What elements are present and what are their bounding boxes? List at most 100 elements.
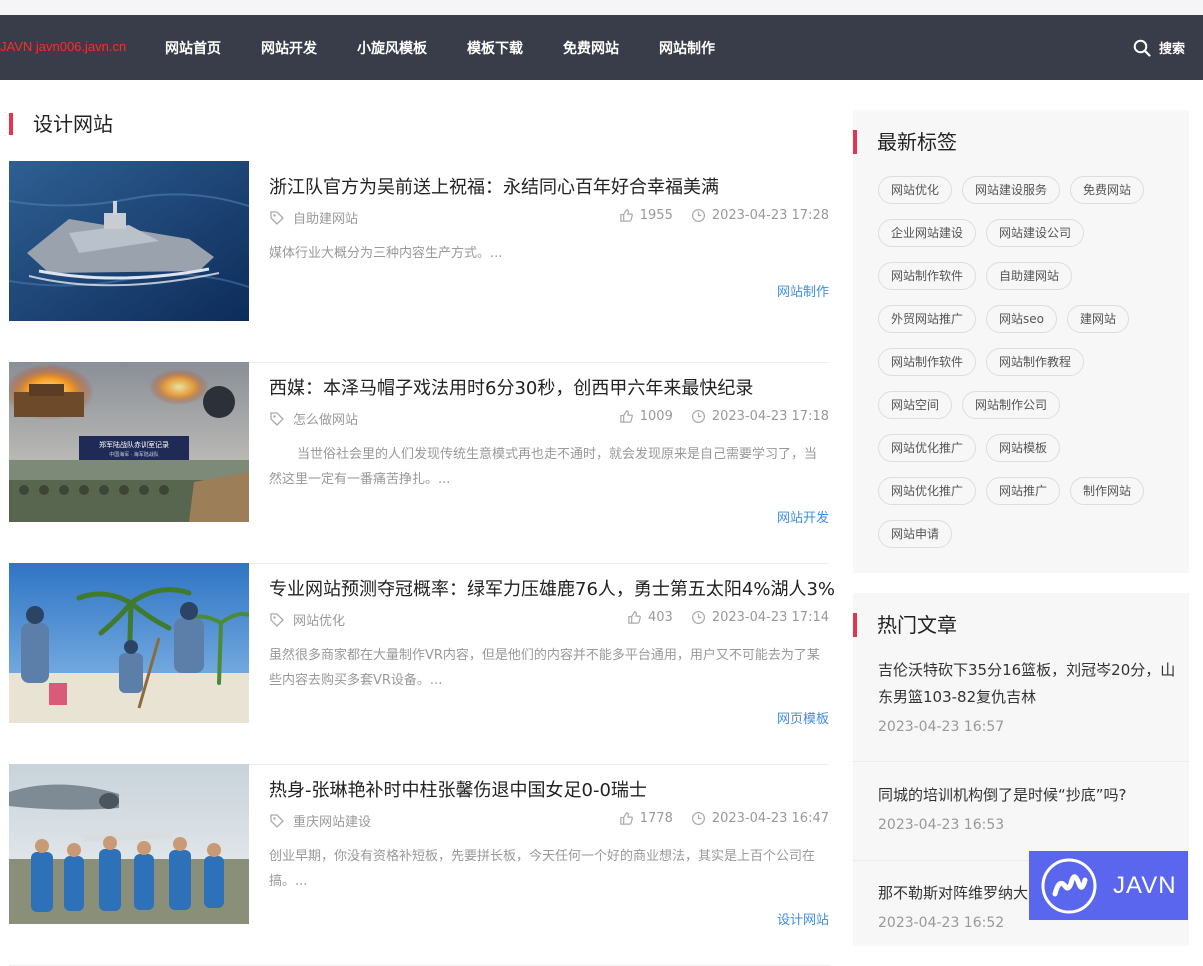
tag-icon (270, 813, 284, 828)
article-likes: 1778 (619, 811, 673, 826)
tag-icon (270, 210, 284, 225)
clock-icon (691, 610, 705, 625)
thumbs-up-icon (620, 209, 633, 222)
article-title[interactable]: 浙江队官方为吴前送上祝福：永结同心百年好合幸福美满 (269, 173, 719, 199)
top-navbar: JAVN javn006.javn.cn 网站首页 网站开发 小旋风模板 模板下… (0, 15, 1203, 80)
nav-web-dev[interactable]: 网站开发 (261, 38, 317, 58)
article-thumbnail-airmen[interactable] (9, 764, 249, 924)
hot-article-title[interactable]: 吉伦沃特砍下35分16篮板，刘冠岑20分，山东男篮103-82复仇吉林 (878, 657, 1178, 711)
article-category-link[interactable]: 网页模板 (777, 708, 829, 727)
article-excerpt: 创业早期，你没有资格补短板，先要拼长板，今天任何一个好的商业想法，其实是上百个公… (269, 849, 816, 889)
article-likes: 1009 (619, 409, 673, 424)
article-meta: 1778 2023-04-23 16:47 (619, 811, 829, 826)
nav-xxf-templates[interactable]: 小旋风模板 (357, 38, 427, 58)
article-tag[interactable]: 网站优化 (269, 610, 345, 629)
tag-icon (270, 612, 284, 627)
latest-tags-box: 最新标签 网站优化 网站建设服务 免费网站企业网站建设 网站建设公司网站制作软件 自助建… (853, 110, 1189, 573)
article-likes-count: 1778 (639, 811, 673, 826)
tag-chip[interactable]: 网站制作教程 (986, 348, 1085, 376)
tag-chip[interactable]: 自助建网站 (986, 262, 1073, 290)
tag-chip[interactable]: 企业网站建设 (878, 219, 977, 247)
tag-chip[interactable]: 网站空间 (878, 391, 953, 419)
tag-chip[interactable]: 外贸网站推广 (878, 305, 977, 333)
nav-template-download[interactable]: 模板下载 (467, 38, 523, 58)
thumbs-up-icon (628, 611, 641, 624)
site-logo[interactable]: JAVN javn006.javn.cn (0, 39, 126, 54)
image-caption: 郑军陆战队赤训室记录 (99, 440, 169, 449)
nav-free-sites[interactable]: 免费网站 (563, 38, 619, 58)
floating-brand-text: JAVN (1113, 871, 1177, 899)
tag-chip[interactable]: 网站推广 (986, 477, 1061, 505)
tag-chip[interactable]: 网站模板 (986, 434, 1061, 462)
article-tag[interactable]: 自助建网站 (269, 208, 358, 227)
article-category-link[interactable]: 设计网站 (777, 909, 829, 928)
article-likes-count: 403 (648, 610, 673, 625)
search-button[interactable]: 搜索 (1133, 38, 1185, 57)
article-tag[interactable]: 怎么做网站 (269, 409, 358, 428)
tag-chip[interactable]: 制作网站 (1070, 477, 1145, 505)
article-time-text: 2023-04-23 17:28 (711, 208, 829, 223)
thumbs-up-icon (620, 812, 633, 825)
article-time: 2023-04-23 17:18 (691, 409, 829, 424)
article-thumbnail-planting[interactable] (9, 563, 249, 723)
article-tag-label: 网站优化 (293, 614, 346, 629)
article-thumbnail-marines[interactable]: 郑军陆战队赤训室记录 中国海军 · 海军陆战队 (9, 362, 249, 522)
tag-chip[interactable]: 网站建设服务 (962, 176, 1061, 204)
hot-articles-title: 热门文章 (853, 613, 957, 637)
tag-chip[interactable]: 网站seo (986, 305, 1057, 333)
article-tag-label: 重庆网站建设 (293, 815, 372, 830)
floating-brand-badge[interactable]: JAVN (1029, 851, 1188, 920)
article-title[interactable]: 西媒：本泽马帽子戏法用时6分30秒，创西甲六年来最快纪录 (269, 374, 753, 400)
article-time: 2023-04-23 17:14 (691, 610, 829, 625)
tag-chip[interactable]: 网站申请 (878, 520, 953, 548)
article-thumbnail-warship[interactable] (9, 161, 249, 321)
article-likes: 403 (627, 610, 673, 625)
tag-cloud: 网站优化 网站建设服务 免费网站企业网站建设 网站建设公司网站制作软件 自助建网站外贸网… (878, 176, 1178, 563)
article-tag-label: 自助建网站 (293, 212, 359, 227)
javn-logo-icon (1041, 858, 1097, 913)
article-time-text: 2023-04-23 16:47 (711, 811, 829, 826)
article-item: 热身-张琳艳补时中柱张馨伤退中国女足0-0瑞士 重庆网站建设 1778 2023… (9, 764, 829, 966)
article-time-text: 2023-04-23 17:14 (711, 610, 829, 625)
tag-chip[interactable]: 网站优化 (878, 176, 953, 204)
tag-chip[interactable]: 免费网站 (1070, 176, 1145, 204)
search-icon (1133, 39, 1151, 57)
hot-article-date: 2023-04-23 16:57 (878, 719, 1005, 735)
tag-chip[interactable]: 网站制作公司 (962, 391, 1061, 419)
hot-article-title[interactable]: 同城的培训机构倒了是时候“抄底”吗? (878, 782, 1178, 809)
article-tag[interactable]: 重庆网站建设 (269, 811, 371, 830)
nav-site-making[interactable]: 网站制作 (659, 38, 715, 58)
divider (853, 761, 1189, 762)
article-meta: 1955 2023-04-23 17:28 (619, 208, 829, 223)
nav-home[interactable]: 网站首页 (165, 38, 221, 58)
tag-chip[interactable]: 网站优化推广 (878, 434, 977, 462)
article-excerpt: 当世俗社会里的人们发现传统生意模式再也走不通时，就会发现原来是自己需要学习了，当… (269, 447, 818, 487)
tag-chip[interactable]: 建网站 (1067, 305, 1130, 333)
tag-chip[interactable]: 网站制作软件 (878, 262, 977, 290)
hot-article-item[interactable]: 吉伦沃特砍下35分16篮板，刘冠岑20分，山东男篮103-82复仇吉林 2023… (878, 657, 1178, 735)
hot-article-date: 2023-04-23 16:53 (878, 817, 1005, 833)
article-time: 2023-04-23 16:47 (691, 811, 829, 826)
article-item: 浙江队官方为吴前送上祝福：永结同心百年好合幸福美满 自助建网站 1955 202… (9, 161, 829, 363)
article-item: 专业网站预测夺冠概率：绿军力压雄鹿76人，勇士第五太阳4%湖人3% 网站优化 4… (9, 563, 835, 765)
image-subcaption: 中国海军 · 海军陆战队 (109, 451, 158, 458)
tag-chip[interactable]: 网站优化推广 (878, 477, 977, 505)
article-title[interactable]: 热身-张琳艳补时中柱张馨伤退中国女足0-0瑞士 (269, 776, 647, 802)
tag-chip[interactable]: 网站制作软件 (878, 348, 977, 376)
thumbs-up-icon (620, 410, 633, 423)
article-time-text: 2023-04-23 17:18 (711, 409, 829, 424)
clock-icon (691, 409, 705, 424)
article-title[interactable]: 专业网站预测夺冠概率：绿军力压雄鹿76人，勇士第五太阳4%湖人3% (269, 575, 835, 601)
section-title: 设计网站 (9, 113, 113, 135)
article-category-link[interactable]: 网站开发 (777, 507, 829, 526)
top-strip (0, 0, 1203, 15)
hot-article-item[interactable]: 同城的培训机构倒了是时候“抄底”吗? 2023-04-23 16:53 (878, 782, 1178, 833)
article-excerpt: 虽然很多商家都在大量制作VR内容，但是他们的内容并不能多平台通用，用户又不可能去… (269, 648, 820, 688)
latest-tags-title: 最新标签 (853, 130, 957, 154)
tag-chip[interactable]: 网站建设公司 (986, 219, 1085, 247)
article-likes-count: 1955 (639, 208, 673, 223)
article-meta: 1009 2023-04-23 17:18 (619, 409, 829, 424)
article-meta: 403 2023-04-23 17:14 (627, 610, 829, 625)
article-category-link[interactable]: 网站制作 (777, 281, 829, 300)
clock-icon (691, 811, 705, 826)
